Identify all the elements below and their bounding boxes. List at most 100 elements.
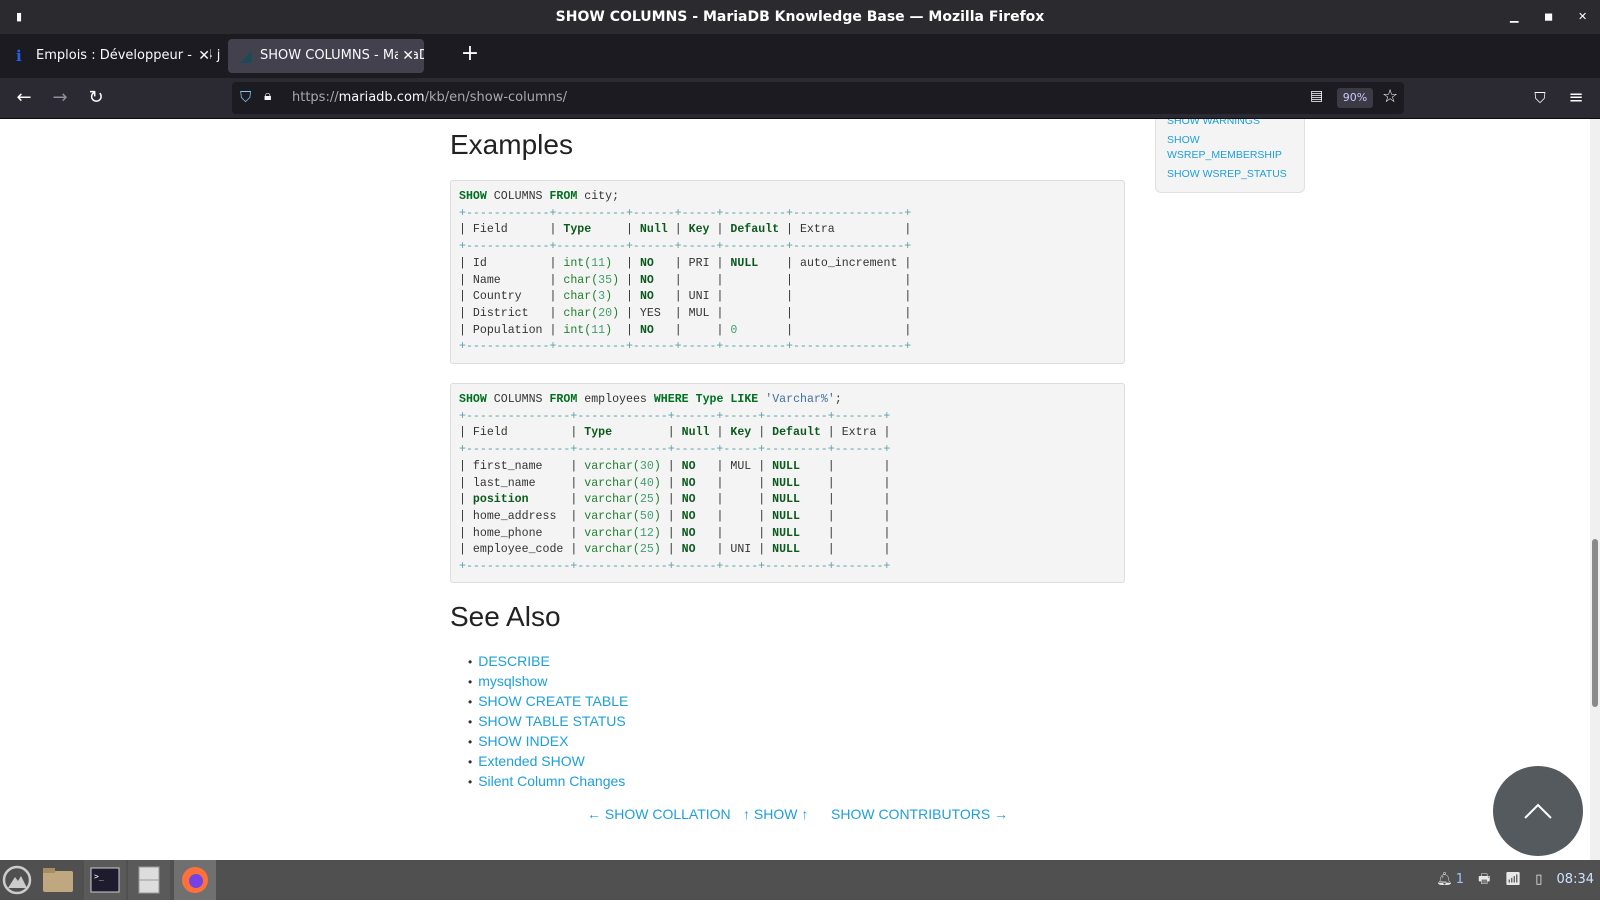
code-token: NO xyxy=(681,509,696,523)
see-also-link[interactable]: DESCRIBE xyxy=(478,653,550,669)
sidebar-link[interactable]: SHOW WSREP_STATUS xyxy=(1167,167,1293,182)
see-also-link[interactable]: SHOW TABLE STATUS xyxy=(478,713,626,729)
reload-button[interactable]: ↻ xyxy=(84,86,108,110)
code-token: | | xyxy=(799,476,891,490)
parent-page-link[interactable]: ↑ SHOW ↑ xyxy=(743,806,808,822)
code-token: 'Varchar%' xyxy=(765,393,835,406)
code-token: NO xyxy=(639,290,654,304)
code-token: int( xyxy=(563,323,592,337)
notification-count: 1 xyxy=(1455,872,1465,887)
code-token: | xyxy=(612,323,640,337)
see-also-item: SHOW INDEX xyxy=(468,731,628,751)
code-token: NO xyxy=(681,493,696,507)
code-token: NO xyxy=(681,526,696,540)
code-token: | xyxy=(667,223,689,237)
code-token: 20 xyxy=(598,306,613,320)
notification-bell-icon[interactable]: 🔔︎ xyxy=(1436,872,1453,887)
pocket-icon[interactable]: ⛉ xyxy=(1528,86,1552,110)
code-token: NULL xyxy=(772,526,800,540)
page-scrollbar[interactable] xyxy=(1590,119,1600,860)
window-menu-icon[interactable]: ▮ xyxy=(16,0,22,34)
code-token: | | xyxy=(695,476,773,490)
code-token: COLUMNS xyxy=(486,393,550,406)
see-also-link[interactable]: SHOW INDEX xyxy=(478,733,568,749)
url-text[interactable]: https://mariadb.com/kb/en/show-columns/ xyxy=(292,82,567,114)
url-bar[interactable]: ⛉ 🔒︎ https://mariadb.com/kb/en/show-colu… xyxy=(232,82,1404,114)
see-also-list: DESCRIBE mysqlshow SHOW CREATE TABLE SHOW T… xyxy=(468,651,628,791)
code-token: +------------+----------+------+-----+--… xyxy=(459,240,912,254)
maximize-button[interactable]: ◼ xyxy=(1544,0,1553,34)
result-table-line: | Population | int(11) | NO | | 0 | | xyxy=(459,323,1116,340)
terminal-icon[interactable]: >_ xyxy=(84,860,126,900)
code-token: +---------------+-------------+------+--… xyxy=(459,560,891,574)
app-menu-icon[interactable]: ≡ xyxy=(1564,86,1588,110)
code-token: ) xyxy=(653,459,661,473)
code-token: int( xyxy=(563,256,592,270)
files-icon[interactable] xyxy=(38,860,80,900)
reader-view-icon[interactable]: ▤ xyxy=(1310,88,1323,104)
tracking-shield-icon[interactable]: ⛉ xyxy=(240,88,251,106)
close-tab-icon[interactable]: ✕ xyxy=(398,39,414,73)
back-button[interactable]: ← xyxy=(12,86,36,110)
new-tab-button[interactable]: + xyxy=(458,42,482,66)
tab-show-columns[interactable]: ◢ SHOW COLUMNS - MariaDB ✕ xyxy=(228,39,424,73)
code-token: | auto_increment | xyxy=(758,256,912,270)
bookmark-star-icon[interactable]: ☆ xyxy=(1382,86,1398,107)
result-table-line: +---------------+-------------+------+--… xyxy=(459,409,1116,426)
tab-emplois[interactable]: ℹ Emplois : Développeur - 14 j ✕ xyxy=(4,39,220,73)
launcher-icon[interactable] xyxy=(0,860,42,900)
close-window-button[interactable]: ✕ xyxy=(1578,0,1587,34)
battery-icon[interactable]: ▯ xyxy=(1535,872,1542,887)
see-also-heading: See Also xyxy=(450,601,561,632)
sql-query-line: SHOW COLUMNS FROM city; xyxy=(459,189,1116,206)
printer-icon[interactable]: 🖶 xyxy=(1478,872,1490,887)
mariadb-seal-icon: ◢ xyxy=(240,47,252,65)
see-also-link[interactable]: Extended SHOW xyxy=(478,753,585,769)
prev-page-link[interactable]: ← SHOW COLLATION xyxy=(587,806,731,822)
code-token: | xyxy=(612,290,640,304)
firefox-icon[interactable] xyxy=(174,860,216,900)
file-cabinet-icon[interactable] xyxy=(128,860,170,900)
minimize-button[interactable]: ▁ xyxy=(1510,0,1518,34)
code-token: varchar( xyxy=(584,543,640,557)
code-token: | last_name | xyxy=(459,476,585,490)
code-token: varchar( xyxy=(584,476,640,490)
code-token: Key xyxy=(688,223,710,237)
code-token: +------------+----------+------+-----+--… xyxy=(459,206,912,220)
code-token: 11 xyxy=(591,256,606,270)
close-tab-icon[interactable]: ✕ xyxy=(194,39,210,73)
zoom-level-button[interactable]: 90% xyxy=(1337,88,1373,108)
code-token: SHOW xyxy=(459,393,487,406)
see-also-link[interactable]: Silent Column Changes xyxy=(478,773,625,789)
code-token: | District | xyxy=(459,306,564,320)
code-block-employees: SHOW COLUMNS FROM employees WHERE Type L… xyxy=(450,383,1125,583)
code-token: | home_address | xyxy=(459,509,585,523)
see-also-link[interactable]: SHOW CREATE TABLE xyxy=(478,693,628,709)
window-titlebar: ▮ SHOW COLUMNS - MariaDB Knowledge Base … xyxy=(0,0,1600,34)
code-token: NO xyxy=(681,459,696,473)
code-token: | Field | xyxy=(459,223,564,237)
code-token: WHERE xyxy=(653,393,689,406)
code-token: +---------------+-------------+------+--… xyxy=(459,443,891,457)
scrollbar-thumb[interactable] xyxy=(1592,539,1598,707)
wifi-icon[interactable]: 📶︎ xyxy=(1505,872,1522,887)
code-token: NO xyxy=(639,273,654,287)
code-token: Default xyxy=(730,223,780,237)
code-token: Key xyxy=(730,426,752,440)
code-token: | xyxy=(660,526,682,540)
code-token: | Country | xyxy=(459,290,564,304)
sidebar-link[interactable]: SHOW WSREP_MEMBERSHIP xyxy=(1167,133,1282,163)
code-token: | home_phone | xyxy=(459,526,585,540)
sidebar-link[interactable]: SHOW WARNINGS xyxy=(1167,119,1293,129)
lock-icon[interactable]: 🔒︎ xyxy=(264,88,271,104)
next-page-link[interactable]: SHOW CONTRIBUTORS → xyxy=(831,806,1008,822)
code-token: 12 xyxy=(639,526,654,540)
code-token: 30 xyxy=(639,459,654,473)
see-also-link[interactable]: mysqlshow xyxy=(478,673,547,689)
see-also-item: mysqlshow xyxy=(468,671,628,691)
code-token: char( xyxy=(563,290,599,304)
scroll-to-top-button[interactable] xyxy=(1493,766,1583,856)
code-token: | Population | xyxy=(459,323,564,337)
see-also-item: Extended SHOW xyxy=(468,751,628,771)
forward-button[interactable]: → xyxy=(48,86,72,110)
